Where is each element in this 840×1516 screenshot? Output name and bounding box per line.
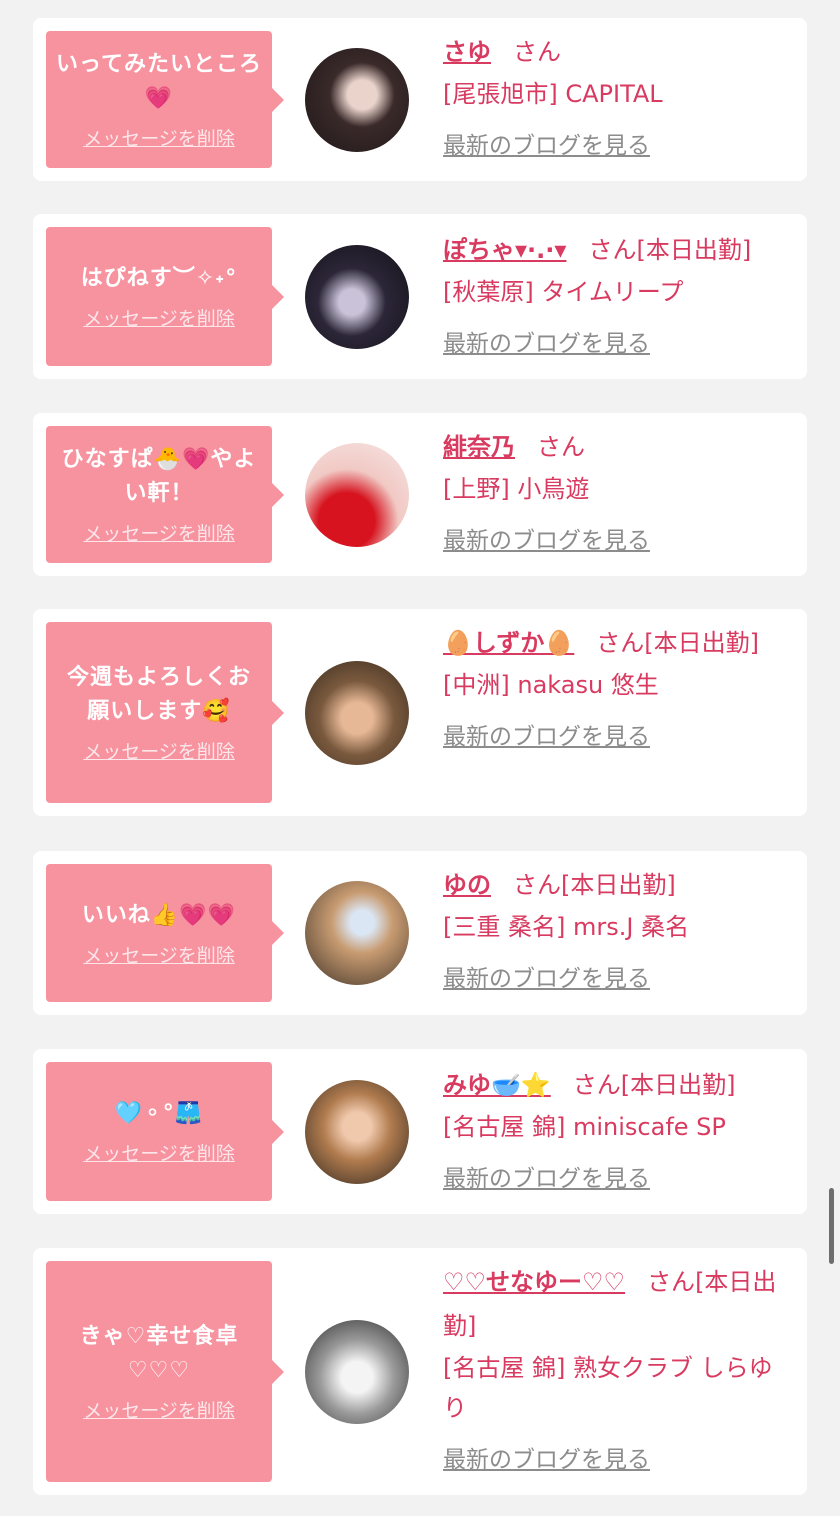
delete-message-link[interactable]: メッセージを削除 xyxy=(83,124,235,151)
avatar[interactable] xyxy=(305,443,409,547)
latest-blog-link[interactable]: 最新のブログを見る xyxy=(443,324,650,358)
avatar[interactable] xyxy=(305,881,409,985)
shop-name: [三重 桑名] mrs.J 桑名 xyxy=(443,913,690,941)
message-text: いってみたいところ💗 xyxy=(56,52,262,111)
list-item: はぴねす︶✧˖° メッセージを削除 ぽちゃ▾·.·▾ さん[本日出勤] [秋葉原]… xyxy=(33,214,807,379)
message-bubble: 🩵⚬°🩳 メッセージを削除 xyxy=(46,1062,284,1201)
latest-blog-link[interactable]: 最新のブログを見る xyxy=(443,126,650,160)
shop-name: [尾張旭市] CAPITAL xyxy=(443,80,663,108)
shop-name: [上野] 小鳥遊 xyxy=(443,475,590,503)
profile-name-link[interactable]: 緋奈乃 xyxy=(443,433,515,461)
message-bubble: 今週もよろしくお願いします🥰 メッセージを削除 xyxy=(46,622,284,803)
profile-name-link[interactable]: みゆ🥣⭐ xyxy=(443,1071,551,1099)
profile-name-link[interactable]: ぽちゃ▾·.·▾ xyxy=(443,236,566,264)
message-bubble: はぴねす︶✧˖° メッセージを削除 xyxy=(46,227,284,366)
list-item: いいね👍💗💗 メッセージを削除 ゆの さん[本日出勤] [三重 桑名] mrs.J… xyxy=(33,851,807,1015)
shop-name: [名古屋 錦] miniscafe SP xyxy=(443,1113,726,1141)
shop-name: [中洲] nakasu 悠生 xyxy=(443,671,659,699)
message-bubble: いいね👍💗💗 メッセージを削除 xyxy=(46,864,284,1002)
list-item: きゃ♡幸せ食卓♡♡♡ メッセージを削除 ♡♡せなゆー♡♡ さん[本日出勤] [名古… xyxy=(33,1248,807,1495)
status-badge: [本日出勤] xyxy=(636,236,752,264)
list-item: ひなすぱ🐣💗やよい軒！ メッセージを削除 緋奈乃 さん [上野] 小鳥遊 最新のブ… xyxy=(33,413,807,576)
avatar[interactable] xyxy=(305,245,409,349)
scrollbar[interactable] xyxy=(829,1188,834,1264)
status-badge: [本日出勤] xyxy=(561,871,676,899)
latest-blog-link[interactable]: 最新のブログを見る xyxy=(443,521,650,555)
shop-name: [秋葉原] タイムリープ xyxy=(443,278,684,306)
latest-blog-link[interactable]: 最新のブログを見る xyxy=(443,1159,650,1193)
shop-name: [名古屋 錦] 熟女クラブ しらゆり xyxy=(443,1354,773,1422)
status-badge: [本日出勤] xyxy=(620,1071,736,1099)
delete-message-link[interactable]: メッセージを削除 xyxy=(83,737,235,764)
honorific: さん xyxy=(647,1268,696,1296)
list-item: いってみたいところ💗 メッセージを削除 さゆ さん [尾張旭市] CAPITAL … xyxy=(33,18,807,181)
avatar[interactable] xyxy=(305,661,409,765)
message-text: きゃ♡幸せ食卓♡♡♡ xyxy=(79,1324,239,1383)
profile-name-link[interactable]: さゆ xyxy=(443,38,491,66)
delete-message-link[interactable]: メッセージを削除 xyxy=(83,304,235,331)
delete-message-link[interactable]: メッセージを削除 xyxy=(83,1139,235,1166)
honorific: さん xyxy=(588,236,637,264)
message-text: いいね👍💗💗 xyxy=(81,902,237,928)
message-bubble: いってみたいところ💗 メッセージを削除 xyxy=(46,31,284,168)
latest-blog-link[interactable]: 最新のブログを見る xyxy=(443,959,650,993)
honorific: さん xyxy=(572,1071,621,1099)
latest-blog-link[interactable]: 最新のブログを見る xyxy=(443,717,650,751)
honorific: さん xyxy=(513,38,561,66)
profile-name-link[interactable]: ♡♡せなゆー♡♡ xyxy=(443,1268,625,1296)
delete-message-link[interactable]: メッセージを削除 xyxy=(83,941,235,968)
message-text: はぴねす︶✧˖° xyxy=(80,266,238,291)
message-text: 🩵⚬°🩳 xyxy=(114,1101,204,1126)
status-badge: [本日出勤] xyxy=(644,629,760,657)
latest-blog-link[interactable]: 最新のブログを見る xyxy=(443,1440,650,1474)
list-item: 今週もよろしくお願いします🥰 メッセージを削除 🥚しずか🥚 さん[本日出勤] [中… xyxy=(33,609,807,816)
honorific: さん xyxy=(596,629,645,657)
avatar[interactable] xyxy=(305,48,409,152)
avatar[interactable] xyxy=(305,1080,409,1184)
message-text: ひなすぱ🐣💗やよい軒！ xyxy=(61,447,257,506)
delete-message-link[interactable]: メッセージを削除 xyxy=(83,1396,235,1423)
profile-name-link[interactable]: ゆの xyxy=(443,871,491,899)
list-item: 🩵⚬°🩳 メッセージを削除 みゆ🥣⭐ さん[本日出勤] [名古屋 錦] minis… xyxy=(33,1049,807,1214)
avatar[interactable] xyxy=(305,1320,409,1424)
message-text: 今週もよろしくお願いします🥰 xyxy=(66,665,251,724)
message-bubble: きゃ♡幸せ食卓♡♡♡ メッセージを削除 xyxy=(46,1261,284,1482)
honorific: さん xyxy=(537,433,585,461)
delete-message-link[interactable]: メッセージを削除 xyxy=(83,519,235,546)
profile-name-link[interactable]: 🥚しずか🥚 xyxy=(443,629,574,657)
honorific: さん xyxy=(513,871,561,899)
message-bubble: ひなすぱ🐣💗やよい軒！ メッセージを削除 xyxy=(46,426,284,563)
